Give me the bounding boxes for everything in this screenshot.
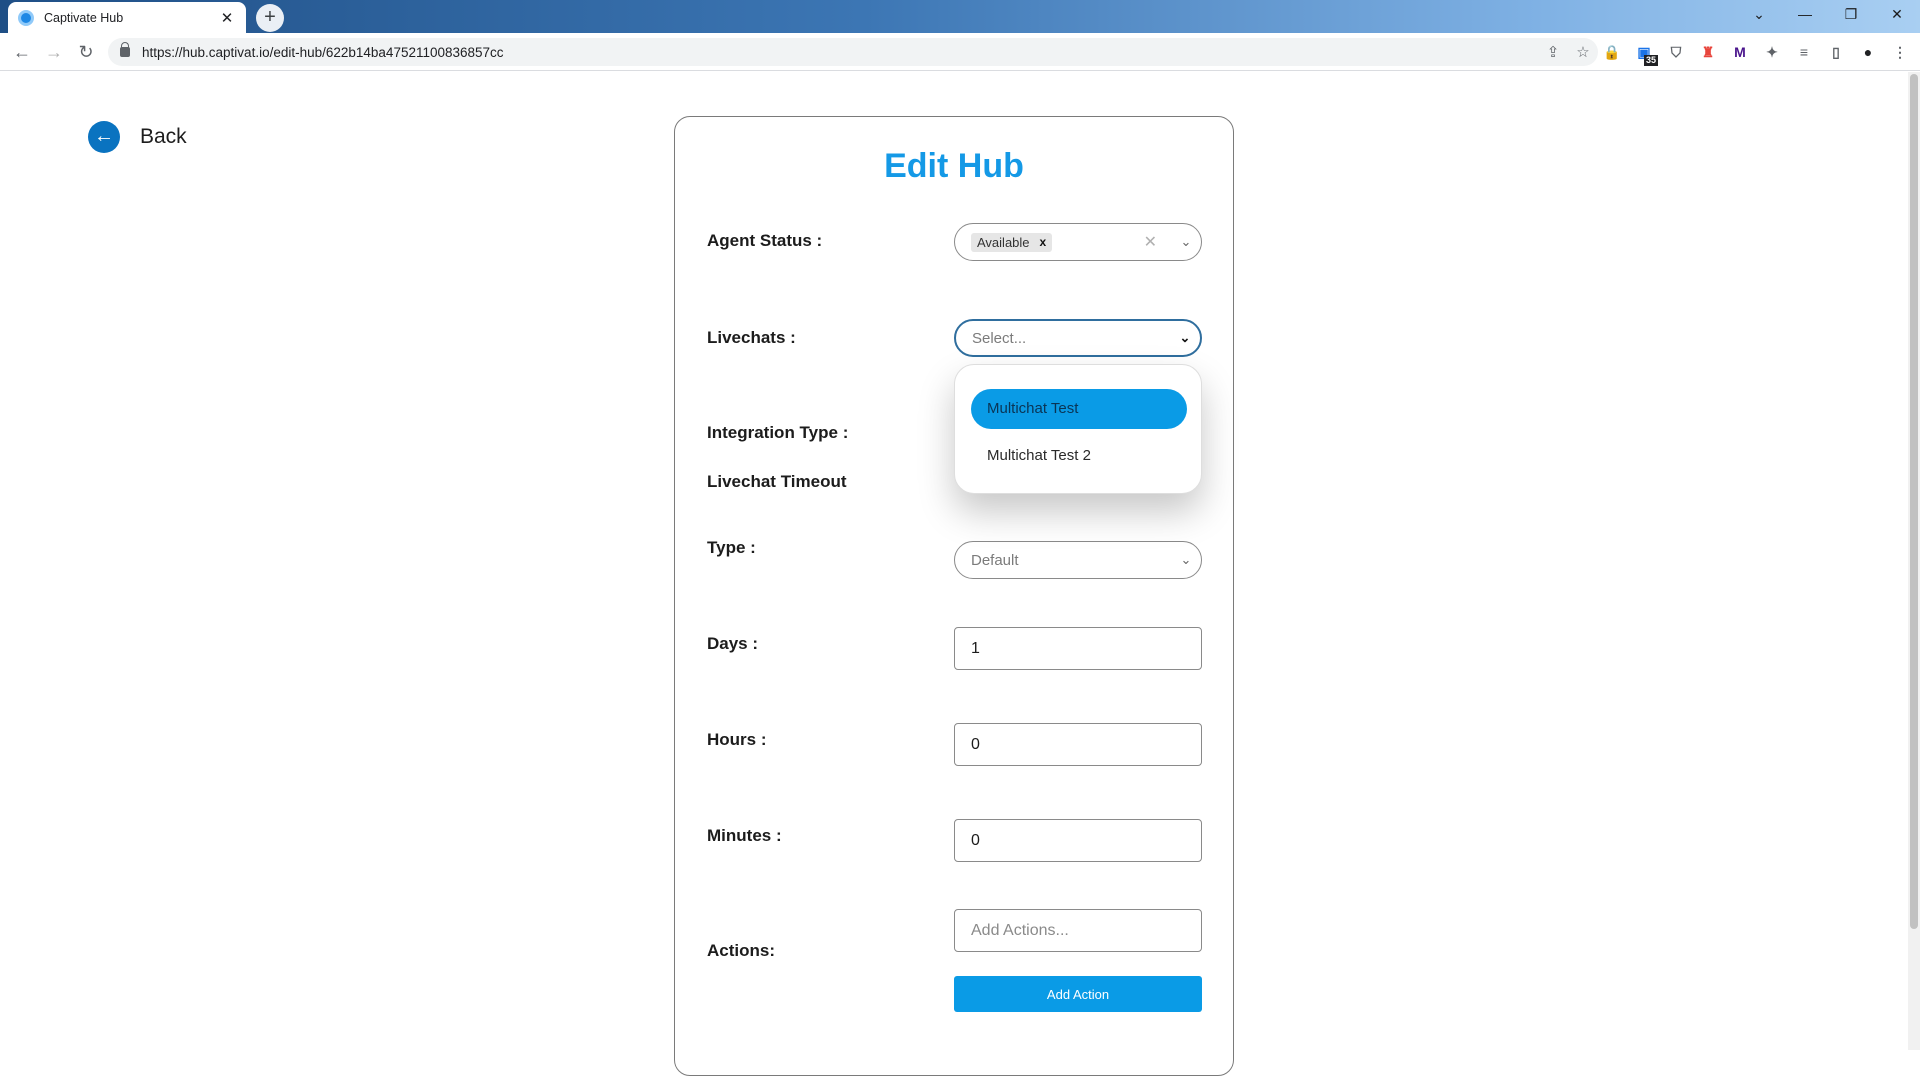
scrollbar-thumb[interactable] — [1910, 74, 1918, 929]
browser-toolbar: ← → ↻ https://hub.captivat.io/edit-hub/6… — [0, 33, 1920, 71]
livechats-placeholder: Select... — [972, 329, 1027, 347]
agent-status-select[interactable]: Available x ✕ ⌄ — [954, 223, 1202, 261]
forward-arrow-icon[interactable]: → — [42, 40, 66, 64]
back-arrow-icon[interactable]: ← — [10, 40, 34, 64]
livechat-option[interactable]: Multichat Test — [971, 389, 1187, 429]
status-chip: Available x — [971, 232, 1053, 252]
minimize-button[interactable]: — — [1782, 0, 1828, 28]
edit-hub-card: Edit Hub Agent Status : Available x ✕ ⌄ … — [674, 116, 1234, 1076]
type-value: Default — [971, 551, 1019, 569]
livechat-option[interactable]: Multichat Test 2 — [971, 436, 1187, 476]
back-label: Back — [140, 125, 187, 148]
agent-status-label: Agent Status : — [707, 231, 823, 250]
new-tab-button[interactable]: + — [256, 4, 284, 32]
m-extension-icon[interactable]: M — [1728, 40, 1752, 64]
browser-tab[interactable]: Captivate Hub ✕ — [8, 2, 246, 33]
site-favicon-icon — [18, 9, 34, 26]
tab-search-icon[interactable]: ⌄ — [1736, 0, 1782, 28]
page-title: Edit Hub — [884, 147, 1024, 185]
minutes-value: 0 — [971, 831, 980, 849]
address-bar[interactable]: https://hub.captivat.io/edit-hub/622b14b… — [108, 38, 1598, 66]
shield-extension-icon[interactable]: ⛉ — [1664, 40, 1688, 64]
integration-type-label: Integration Type : — [707, 423, 849, 442]
add-actions-field[interactable] — [954, 909, 1202, 952]
extensions-row: 🔒 ▣ 35 ⛉ ♜ M ✦ ≡ ▯ ● ⋮ — [1600, 40, 1912, 66]
days-input[interactable]: 1 — [954, 627, 1202, 670]
close-window-button[interactable]: ✕ — [1874, 0, 1920, 28]
add-action-button[interactable]: Add Action — [954, 976, 1202, 1012]
days-value: 1 — [971, 639, 980, 657]
password-extension-icon[interactable]: 🔒 — [1600, 40, 1624, 64]
chevron-down-icon[interactable]: ⌄ — [1170, 330, 1200, 346]
tab-title: Captivate Hub — [44, 10, 124, 25]
window-controls: ⌄ — ❐ ✕ — [1736, 0, 1920, 28]
livechats-select[interactable]: Select... ⌄ — [954, 319, 1202, 357]
type-label: Type : — [707, 538, 756, 557]
add-actions-input[interactable] — [971, 921, 1201, 940]
calendar-extension-icon[interactable]: ▣ 35 — [1632, 40, 1658, 66]
url-text[interactable]: https://hub.captivat.io/edit-hub/622b14b… — [142, 45, 1538, 60]
clear-icon[interactable]: ✕ — [1144, 232, 1157, 252]
lastpass-extension-icon[interactable]: ♜ — [1696, 40, 1720, 64]
reload-icon[interactable]: ↻ — [74, 40, 98, 64]
browser-tab-strip: Captivate Hub ✕ + ⌄ — ❐ ✕ — [0, 0, 1920, 33]
livechat-timeout-label: Livechat Timeout — [707, 472, 847, 491]
more-menu-icon[interactable]: ⋮ — [1888, 40, 1912, 64]
chip-remove-icon[interactable]: x — [1040, 235, 1047, 249]
puzzle-extensions-icon[interactable]: ✦ — [1760, 40, 1784, 64]
side-panel-icon[interactable]: ▯ — [1824, 40, 1848, 64]
chevron-down-icon[interactable]: ⌄ — [1171, 552, 1201, 568]
arrow-left-circle-icon: ← — [88, 121, 120, 153]
days-label: Days : — [707, 634, 759, 653]
livechats-label: Livechats : — [707, 328, 796, 347]
status-chip-label: Available — [977, 234, 1030, 250]
reading-list-icon[interactable]: ≡ — [1792, 40, 1816, 64]
tab-close-icon[interactable]: ✕ — [218, 9, 236, 27]
back-button[interactable]: ← Back — [88, 121, 187, 153]
type-select[interactable]: Default ⌄ — [954, 541, 1202, 579]
hours-label: Hours : — [707, 730, 767, 749]
minutes-input[interactable]: 0 — [954, 819, 1202, 862]
hours-value: 0 — [971, 735, 980, 753]
page-scrollbar[interactable] — [1908, 72, 1920, 1050]
profile-avatar-icon[interactable]: ● — [1856, 40, 1880, 64]
livechats-dropdown-menu: Multichat Test Multichat Test 2 — [954, 364, 1202, 494]
actions-label: Actions: — [707, 941, 775, 960]
restore-button[interactable]: ❐ — [1828, 0, 1874, 28]
lock-icon — [120, 42, 130, 57]
hours-input[interactable]: 0 — [954, 723, 1202, 766]
minutes-label: Minutes : — [707, 826, 782, 845]
extension-badge: 35 — [1643, 55, 1658, 66]
bookmark-star-icon[interactable]: ☆ — [1568, 43, 1598, 61]
share-icon[interactable]: ⇪ — [1538, 43, 1568, 61]
chevron-down-icon[interactable]: ⌄ — [1171, 234, 1201, 250]
